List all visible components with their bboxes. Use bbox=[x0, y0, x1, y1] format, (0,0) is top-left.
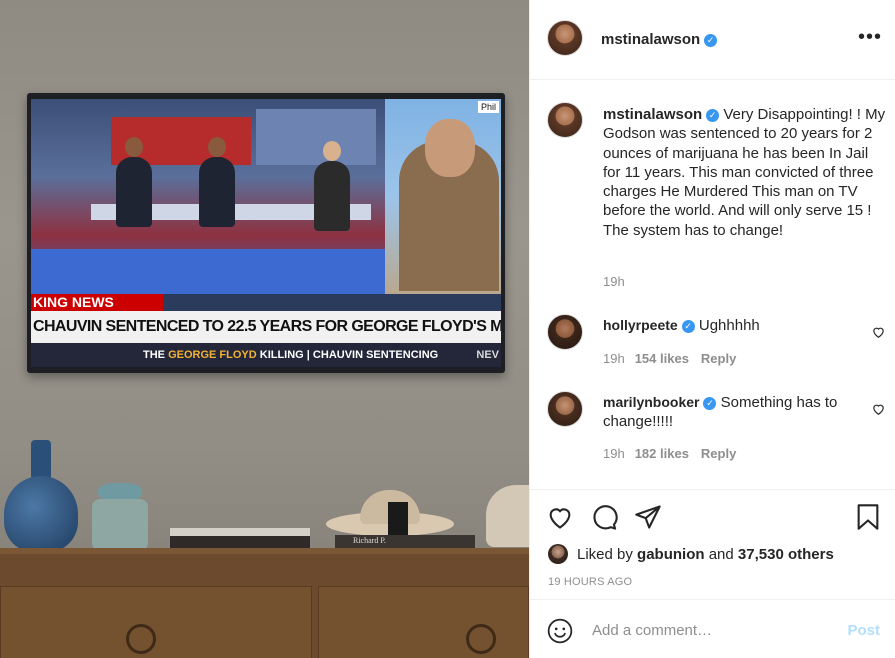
comment-text: Ughhhhh bbox=[694, 317, 760, 334]
share-icon[interactable] bbox=[634, 503, 662, 531]
drawer-knob bbox=[126, 624, 156, 654]
bookmark-icon[interactable] bbox=[854, 503, 882, 531]
news-headline: CHAUVIN SENTENCED TO 22.5 YEARS FOR GEOR… bbox=[31, 311, 501, 343]
verified-icon: ✓ bbox=[703, 397, 717, 410]
caption-time[interactable]: 19h bbox=[603, 274, 625, 289]
comments-section: mstinalawson ✓ Very Disappointing! ! My G… bbox=[530, 81, 895, 488]
more-icon[interactable]: ••• bbox=[858, 26, 882, 49]
comment-likes[interactable]: 182 likes bbox=[635, 446, 689, 461]
verified-icon: ✓ bbox=[704, 34, 718, 47]
comment-username[interactable]: marilynbooker bbox=[603, 394, 699, 410]
caption-text: Very Disappointing! ! My Godson was sent… bbox=[603, 106, 886, 239]
news-studio bbox=[31, 99, 387, 294]
comment-input[interactable]: Add a comment… bbox=[592, 622, 712, 639]
liked-by-user[interactable]: gabunion bbox=[637, 546, 705, 563]
avatar[interactable] bbox=[547, 20, 583, 56]
post-timestamp[interactable]: 19 HOURS AGO bbox=[548, 576, 632, 588]
comment: hollyrpeete ✓ Ughhhhh bbox=[603, 316, 863, 335]
caption-username[interactable]: mstinalawson bbox=[603, 106, 702, 123]
breaking-news-banner: KING NEWS bbox=[31, 294, 163, 311]
likes-summary[interactable]: Liked by gabunion and 37,530 others bbox=[548, 544, 834, 564]
tv: Phil KING NEWS CHAUVIN SENTENCED TO 22.5… bbox=[27, 93, 505, 373]
tv-screen: Phil KING NEWS CHAUVIN SENTENCED TO 22.5… bbox=[31, 99, 501, 367]
comment-time[interactable]: 19h bbox=[603, 446, 625, 461]
avatar[interactable] bbox=[547, 391, 583, 427]
avatar[interactable] bbox=[548, 544, 568, 564]
heart-icon[interactable] bbox=[871, 325, 886, 339]
smile-icon[interactable] bbox=[547, 618, 573, 644]
avatar[interactable] bbox=[547, 314, 583, 350]
hat bbox=[486, 485, 529, 547]
inset-tag: Phil bbox=[477, 101, 499, 113]
comment-meta: 19h 154 likes Reply bbox=[603, 351, 736, 366]
add-comment-bar: Add a comment… Post bbox=[530, 599, 895, 658]
jar bbox=[92, 483, 148, 551]
news-ticker: THE GEORGE FLOYD KILLING | CHAUVIN SENTE… bbox=[31, 343, 501, 367]
dresser bbox=[0, 548, 529, 658]
comment-time[interactable]: 19h bbox=[603, 351, 625, 366]
post-panel: mstinalawson ✓ ••• mstinalawson ✓ Very Dis… bbox=[529, 0, 895, 658]
news-inset: Phil bbox=[385, 99, 501, 294]
drawer-knob bbox=[466, 624, 496, 654]
reply-button[interactable]: Reply bbox=[701, 446, 736, 461]
comment: marilynbooker ✓ Something has to change!!… bbox=[603, 393, 863, 432]
heart-icon[interactable] bbox=[546, 503, 574, 531]
header-username[interactable]: mstinalawson ✓ bbox=[601, 31, 718, 48]
action-bar: Liked by gabunion and 37,530 others 19 H… bbox=[530, 489, 895, 599]
verified-icon: ✓ bbox=[681, 320, 695, 333]
comment-username[interactable]: hollyrpeete bbox=[603, 317, 678, 333]
comment-meta: 19h 182 likes Reply bbox=[603, 446, 736, 461]
reply-button[interactable]: Reply bbox=[701, 351, 736, 366]
verified-icon: ✓ bbox=[706, 109, 720, 122]
hat bbox=[326, 490, 454, 540]
comment-icon[interactable] bbox=[590, 503, 618, 531]
avatar[interactable] bbox=[547, 102, 583, 138]
caption: mstinalawson ✓ Very Disappointing! ! My G… bbox=[603, 105, 889, 240]
post-button[interactable]: Post bbox=[847, 622, 880, 639]
likes-others[interactable]: 37,530 others bbox=[738, 546, 834, 563]
heart-icon[interactable] bbox=[871, 402, 886, 416]
books bbox=[170, 528, 310, 550]
vase bbox=[4, 440, 78, 552]
post-header: mstinalawson ✓ ••• bbox=[530, 0, 895, 80]
comment-likes[interactable]: 154 likes bbox=[635, 351, 689, 366]
post-photo[interactable]: Phil KING NEWS CHAUVIN SENTENCED TO 22.5… bbox=[0, 0, 529, 658]
